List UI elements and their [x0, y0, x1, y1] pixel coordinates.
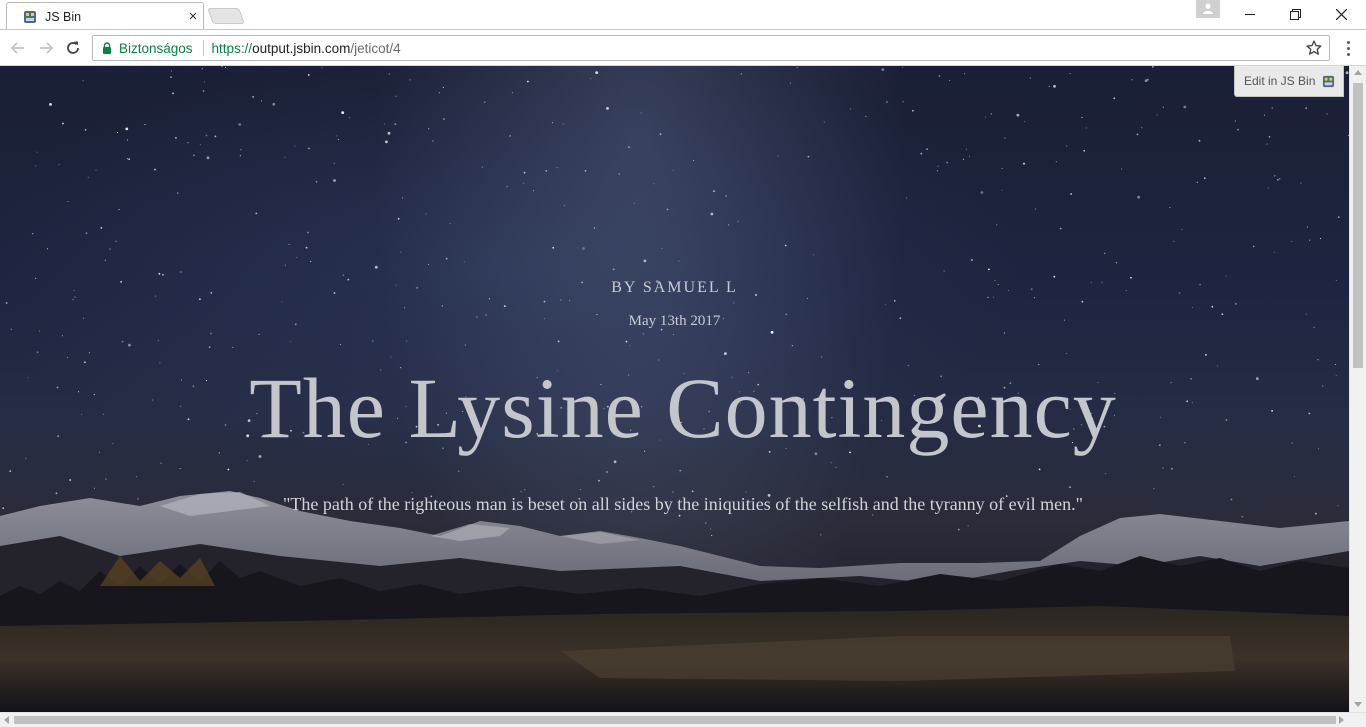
- author-byline: BY SAMUEL L: [611, 279, 738, 296]
- menu-dot: [1346, 52, 1350, 56]
- close-window-button[interactable]: [1318, 0, 1364, 28]
- back-button[interactable]: [8, 38, 28, 58]
- url-host: output.jsbin.com: [252, 40, 351, 56]
- restore-icon: [1289, 8, 1301, 20]
- person-icon: [1203, 3, 1213, 14]
- arrow-left-icon: [10, 42, 24, 54]
- jsbin-favicon-icon: [23, 10, 37, 24]
- jsbin-logo-icon: [1322, 75, 1335, 88]
- reload-icon: [67, 41, 79, 54]
- bookmark-star-icon[interactable]: [1305, 39, 1323, 60]
- tab-jsbin[interactable]: JS Bin ×: [6, 2, 204, 30]
- scroll-down-arrow-icon[interactable]: [1354, 702, 1362, 707]
- scroll-left-arrow-icon[interactable]: [4, 716, 9, 724]
- lock-icon: [102, 42, 112, 54]
- new-tab-button[interactable]: [207, 8, 245, 24]
- edit-in-jsbin-label: Edit in JS Bin: [1244, 74, 1316, 88]
- menu-dot: [1346, 40, 1350, 44]
- vertical-scroll-thumb[interactable]: [1353, 83, 1363, 368]
- page-title: The Lysine Contingency: [249, 360, 1117, 456]
- address-divider: [202, 40, 204, 56]
- menu-dot: [1346, 46, 1350, 50]
- address-bar[interactable]: Biztonságos https://output.jsbin.com/jet…: [92, 35, 1330, 61]
- url-scheme: https://: [211, 40, 253, 56]
- publish-date: May 13th 2017: [628, 313, 721, 329]
- url-text[interactable]: https://output.jsbin.com/jeticot/4: [212, 41, 401, 56]
- url-path: /jeticot/4: [350, 40, 401, 56]
- tab-title: JS Bin: [45, 9, 82, 24]
- edit-in-jsbin-button[interactable]: Edit in JS Bin: [1234, 66, 1344, 97]
- tab-close-icon[interactable]: ×: [183, 8, 203, 25]
- scroll-right-arrow-icon[interactable]: [1339, 716, 1344, 724]
- forward-button[interactable]: [36, 38, 56, 58]
- scroll-up-arrow-icon[interactable]: [1354, 70, 1362, 75]
- page-viewport: BY SAMUEL L May 13th 2017 The Lysine Con…: [0, 66, 1349, 712]
- horizontal-scroll-thumb[interactable]: [14, 716, 1336, 724]
- restore-button[interactable]: [1272, 0, 1318, 28]
- vertical-scrollbar[interactable]: [1349, 66, 1366, 712]
- title-bar: JS Bin ×: [0, 0, 1366, 30]
- profile-button[interactable]: [1196, 0, 1220, 18]
- reload-button[interactable]: [63, 38, 83, 58]
- browser-menu-button[interactable]: [1340, 38, 1356, 58]
- arrow-right-icon: [40, 42, 54, 54]
- hero-section: BY SAMUEL L May 13th 2017 The Lysine Con…: [0, 66, 1349, 712]
- quote-text: "The path of the righteous man is beset …: [282, 494, 1084, 514]
- close-icon: [1335, 8, 1347, 20]
- browser-toolbar: Biztonságos https://output.jsbin.com/jet…: [0, 29, 1366, 66]
- minimize-icon: [1245, 14, 1255, 15]
- security-label[interactable]: Biztonságos: [119, 41, 193, 56]
- horizontal-scrollbar[interactable]: [0, 712, 1366, 727]
- minimize-button[interactable]: [1227, 0, 1273, 28]
